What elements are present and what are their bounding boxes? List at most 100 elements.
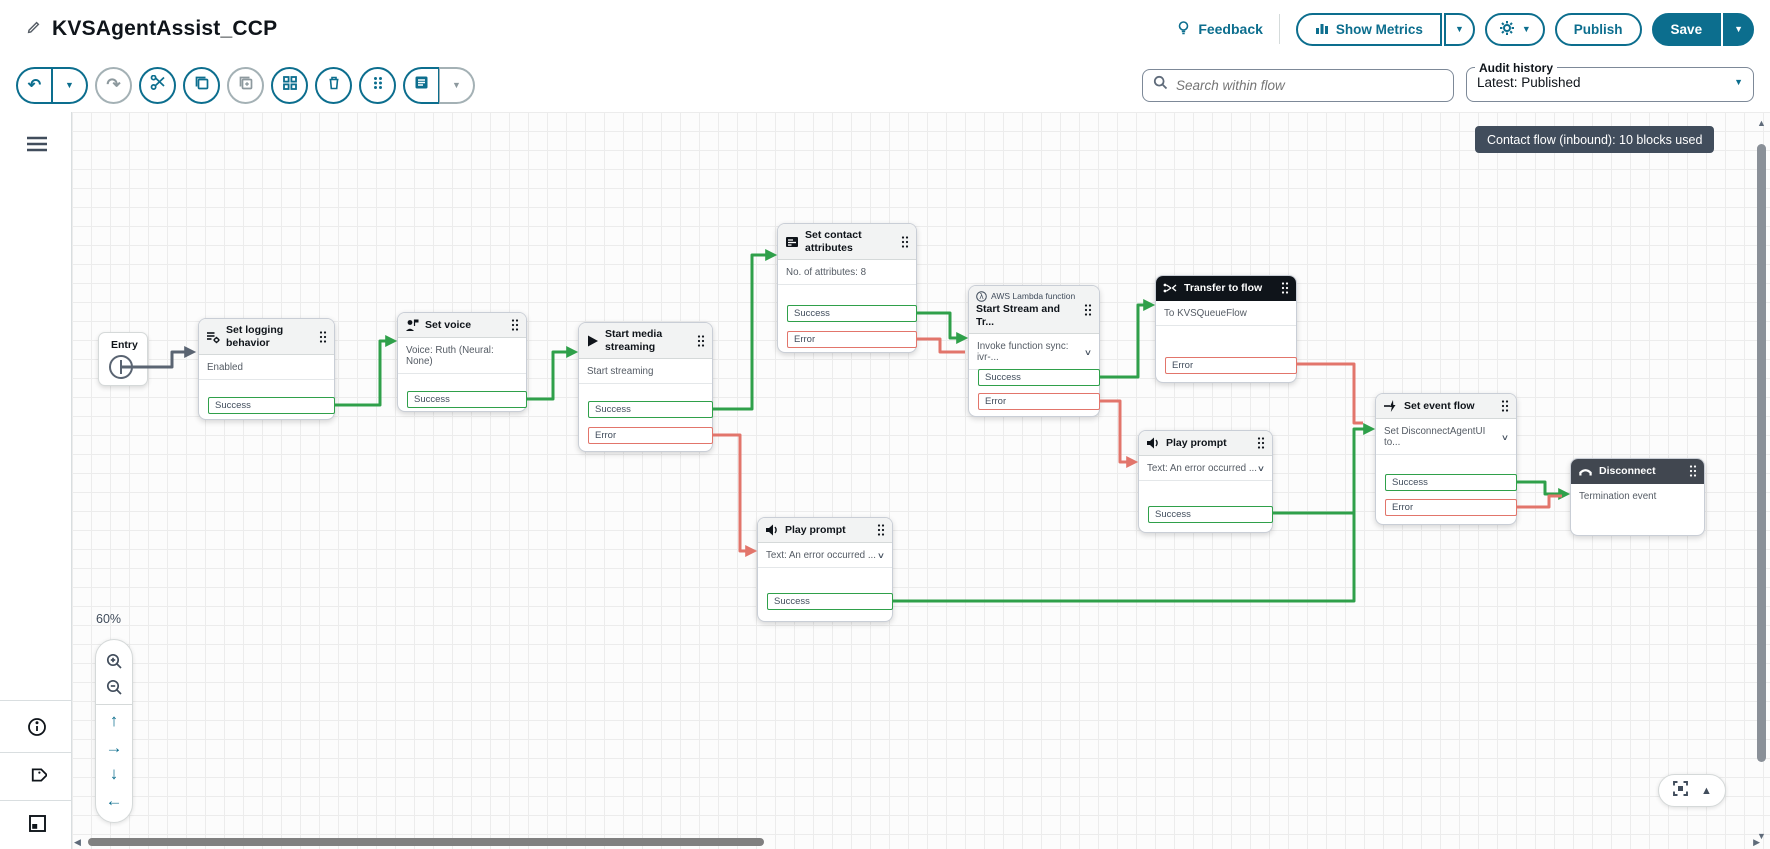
tag-icon[interactable] <box>26 764 48 786</box>
pan-down-icon[interactable]: ↓ <box>99 761 129 788</box>
flow-node-disconnect[interactable]: DisconnectTermination event <box>1570 458 1705 536</box>
paste-button[interactable] <box>227 67 264 104</box>
flow-node-set-voice[interactable]: Set voiceVoice: Ruth (Neural: None)Succe… <box>397 312 527 412</box>
drag-handle-button[interactable] <box>359 67 396 104</box>
save-menu-button[interactable]: ▼ <box>1723 13 1754 46</box>
port-success[interactable]: Success <box>1385 474 1517 491</box>
pan-left-icon[interactable]: ← <box>99 788 129 815</box>
chevron-down-icon[interactable]: ∨ <box>1257 464 1265 473</box>
zoom-out-icon[interactable] <box>99 675 129 702</box>
horizontal-scrollbar-thumb[interactable] <box>88 838 764 846</box>
divider <box>0 800 71 801</box>
drag-dots-icon <box>372 75 384 95</box>
kebab-menu-icon[interactable] <box>511 318 519 332</box>
flow-node-aws-lambda-function[interactable]: λ AWS Lambda functionStart Stream and Tr… <box>968 285 1100 417</box>
node-header: Set contact attributes <box>778 224 916 260</box>
flow-node-transfer-to-flow[interactable]: Transfer to flowTo KVSQueueFlowError <box>1155 275 1297 383</box>
port-success[interactable]: Success <box>1148 506 1273 523</box>
gear-icon <box>1499 20 1515 39</box>
flow-canvas[interactable]: EntrySet logging behaviorEnabledSuccessS… <box>72 112 1770 849</box>
top-bar: KVSAgentAssist_CCP Feedback Show Metrics… <box>0 0 1770 112</box>
pan-right-icon[interactable]: → <box>99 735 129 762</box>
horizontal-scrollbar[interactable]: ◀ ▶ <box>72 837 1746 847</box>
node-category: λ AWS Lambda function <box>976 291 1078 302</box>
flow-node-play-prompt-1[interactable]: Play promptText: An error occurred ...∨S… <box>1138 430 1273 533</box>
delete-button[interactable] <box>315 67 352 104</box>
node-description: Invoke function sync: ivr-...∨ <box>969 334 1099 370</box>
chevron-down-icon[interactable]: ∨ <box>877 551 885 560</box>
port-success[interactable]: Success <box>208 397 335 414</box>
page-title: KVSAgentAssist_CCP <box>52 17 277 41</box>
notes-button[interactable] <box>403 67 439 104</box>
scroll-right-icon[interactable]: ▶ <box>1753 837 1760 848</box>
port-error[interactable]: Error <box>588 427 713 444</box>
chevron-down-icon[interactable]: ∨ <box>1501 433 1509 442</box>
flow-node-entry[interactable]: Entry <box>98 332 148 386</box>
show-metrics-button[interactable]: Show Metrics <box>1296 13 1442 46</box>
kebab-menu-icon[interactable] <box>1257 436 1265 450</box>
cut-button[interactable] <box>139 67 176 104</box>
divider <box>1279 14 1280 44</box>
kebab-menu-icon[interactable] <box>697 334 705 348</box>
search-icon <box>1153 75 1168 95</box>
settings-menu-button[interactable]: ▼ <box>1485 13 1545 46</box>
collapse-icon[interactable]: ▲ <box>1701 785 1712 797</box>
show-metrics-menu-button[interactable]: ▼ <box>1444 13 1475 46</box>
feedback-button[interactable]: Feedback <box>1176 20 1263 39</box>
flow-node-set-logging-behavior[interactable]: Set logging behavior Enabled Success <box>198 318 335 420</box>
redo-button[interactable]: ↷ <box>95 67 132 104</box>
port-success[interactable]: Success <box>407 391 527 408</box>
node-description: Enabled <box>199 355 334 380</box>
port-error[interactable]: Error <box>787 331 917 348</box>
node-title: Transfer to flow <box>1184 282 1262 295</box>
port-error[interactable]: Error <box>1165 357 1297 374</box>
port-success[interactable]: Success <box>978 369 1100 386</box>
undo-menu-button[interactable]: ▼ <box>52 67 88 104</box>
flow-node-play-prompt-2[interactable]: Play promptText: An error occurred ...∨S… <box>757 517 893 622</box>
pan-up-icon[interactable]: ↑ <box>99 708 129 735</box>
port-error[interactable]: Error <box>978 393 1100 410</box>
kebab-menu-icon[interactable] <box>319 330 327 344</box>
kebab-menu-icon[interactable] <box>1501 399 1509 413</box>
node-title: Set logging behavior <box>226 324 313 349</box>
port-success[interactable]: Success <box>787 305 917 322</box>
search-input[interactable] <box>1176 78 1443 93</box>
node-header: Play prompt <box>1139 431 1272 456</box>
save-button[interactable]: Save <box>1652 13 1722 46</box>
scroll-left-icon[interactable]: ◀ <box>74 837 81 848</box>
node-description: Termination event <box>1571 484 1704 508</box>
port-error[interactable]: Error <box>1385 499 1517 516</box>
audit-history-select[interactable]: Audit history Latest: Published ▼ <box>1466 61 1754 102</box>
divider <box>0 752 71 753</box>
edit-title-icon[interactable] <box>26 19 42 40</box>
flow-node-set-event-flow[interactable]: Set event flowSet DisconnectAgentUI to..… <box>1375 393 1517 525</box>
menu-icon[interactable] <box>26 136 48 157</box>
flow-node-set-contact-attributes[interactable]: Set contact attributesNo. of attributes:… <box>777 223 917 353</box>
vertical-scrollbar[interactable]: ▲ ▼ <box>1756 122 1767 835</box>
node-title: Set voice <box>425 319 471 332</box>
flow-node-start-media-streaming[interactable]: Start media streamingStart streamingSucc… <box>578 322 713 452</box>
notes-menu-button[interactable]: ▼ <box>439 67 475 104</box>
kebab-menu-icon[interactable] <box>877 523 885 537</box>
info-icon[interactable] <box>26 716 48 738</box>
copy-button[interactable] <box>183 67 220 104</box>
chevron-down-icon: ▼ <box>452 80 461 90</box>
node-description: Start streaming <box>579 359 712 384</box>
panel-icon[interactable] <box>26 812 48 834</box>
chevron-down-icon[interactable]: ∨ <box>1084 348 1092 357</box>
publish-button[interactable]: Publish <box>1555 13 1642 46</box>
port-success[interactable]: Success <box>588 401 713 418</box>
kebab-menu-icon[interactable] <box>901 235 909 249</box>
fit-to-screen-icon[interactable] <box>1672 780 1689 802</box>
kebab-menu-icon[interactable] <box>1281 281 1289 295</box>
divider <box>96 704 132 705</box>
scroll-up-icon[interactable]: ▲ <box>1756 118 1767 128</box>
kebab-menu-icon[interactable] <box>1084 303 1092 317</box>
zoom-in-icon[interactable] <box>99 648 129 675</box>
port-success[interactable]: Success <box>767 593 893 610</box>
kebab-menu-icon[interactable] <box>1689 464 1697 478</box>
undo-button[interactable]: ↶ <box>16 67 52 104</box>
vertical-scrollbar-thumb[interactable] <box>1757 144 1766 762</box>
blocks-button[interactable] <box>271 67 308 104</box>
chevron-down-icon: ▼ <box>1455 25 1464 34</box>
